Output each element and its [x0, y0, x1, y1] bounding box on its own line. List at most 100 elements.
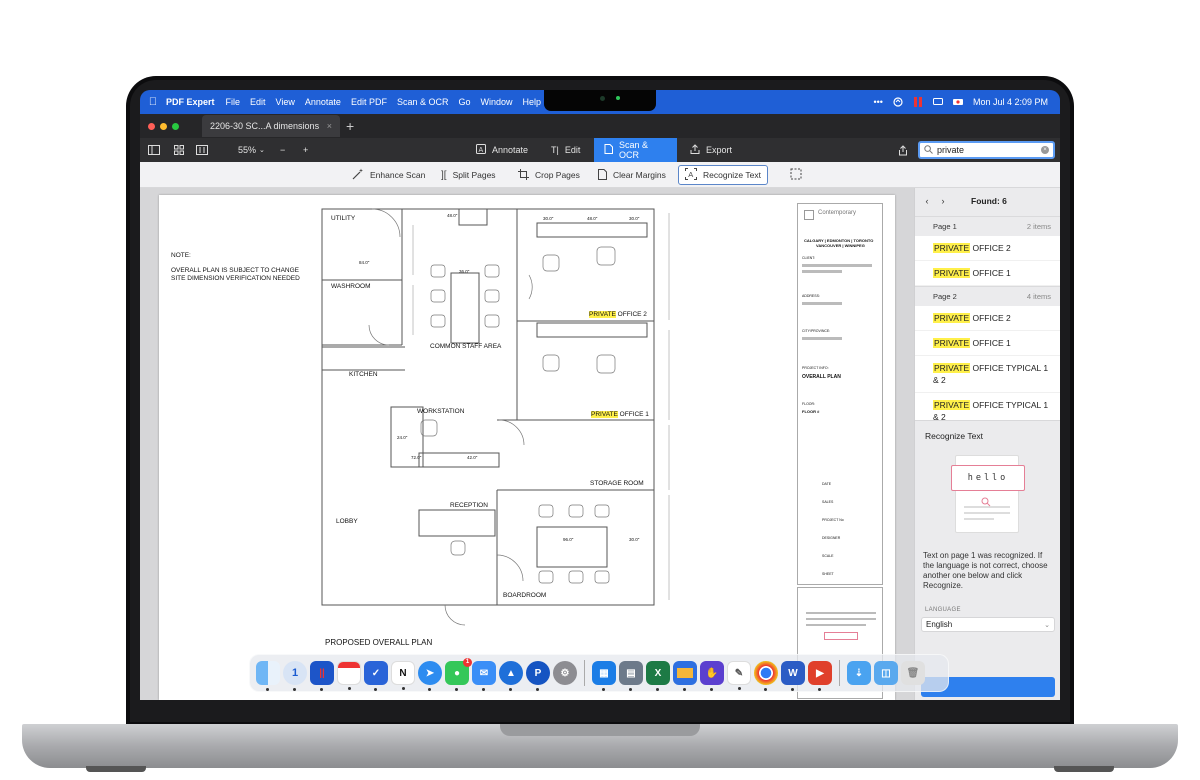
search-result-item[interactable]: PRIVATE OFFICE TYPICAL 1 & 2	[915, 356, 1060, 393]
trash-icon[interactable]: 🗑	[901, 661, 925, 685]
folder-icon[interactable]: ◫	[874, 661, 898, 685]
search-input[interactable]: private	[937, 145, 964, 155]
page-layout-icon[interactable]	[196, 143, 208, 157]
mode-edit[interactable]: T| Edit	[541, 138, 590, 162]
parallels-icon[interactable]: ||	[310, 661, 334, 691]
mail-icon[interactable]: ✉	[472, 661, 496, 691]
close-window-button[interactable]	[148, 122, 155, 130]
running-indicator	[791, 688, 794, 691]
settings-icon[interactable]: ⚙	[553, 661, 577, 685]
word-icon[interactable]: W	[781, 661, 805, 691]
running-indicator	[764, 688, 767, 691]
menu-view[interactable]: View	[276, 97, 295, 107]
istat-icon[interactable]: ▲	[499, 661, 523, 691]
tab-bar: 2206-30 SC...A dimensions × +	[140, 114, 1060, 138]
screen-recording-icon[interactable]	[952, 97, 963, 107]
search-result-item[interactable]: PRIVATE OFFICE 1	[915, 261, 1060, 286]
select-area-button[interactable]	[784, 165, 808, 185]
sync-status-icon[interactable]	[893, 97, 903, 107]
reeder-icon[interactable]: ▶	[808, 661, 832, 691]
sidebar-toggle-icon[interactable]	[148, 143, 160, 157]
ocr-toolbar: Enhance Scan ][ Split Pages Crop Pages C…	[140, 162, 1060, 188]
menu-scan-ocr[interactable]: Scan & OCR	[397, 97, 449, 107]
chrome-icon[interactable]	[754, 661, 778, 691]
enhance-scan-button[interactable]: Enhance Scan	[346, 165, 431, 185]
search-result-item[interactable]: PRIVATE OFFICE 2	[915, 306, 1060, 331]
menu-edit-pdf[interactable]: Edit PDF	[351, 97, 387, 107]
display-status-icon[interactable]	[932, 97, 943, 107]
downloads-folder-icon[interactable]: ⇣	[847, 661, 871, 685]
result-match: PRIVATE	[933, 400, 971, 410]
next-result-button[interactable]: ›	[937, 195, 949, 207]
zoom-in-button[interactable]: +	[303, 143, 308, 157]
recognized-sample-text: hello	[951, 465, 1025, 491]
pockity-icon[interactable]: P	[526, 661, 550, 691]
menu-go[interactable]: Go	[458, 97, 470, 107]
omnifocus-icon[interactable]: ✓	[364, 661, 388, 691]
export-icon	[690, 144, 700, 156]
previous-result-button[interactable]: ‹	[921, 195, 933, 207]
share-icon[interactable]	[898, 143, 908, 157]
sketchbook-icon[interactable]: ✎	[727, 661, 751, 690]
language-select[interactable]: English ⌄	[921, 617, 1055, 632]
menu-window[interactable]: Window	[481, 97, 513, 107]
windows-icon[interactable]: ▦	[592, 661, 616, 691]
date-label: DATE	[822, 482, 832, 486]
screen:  PDF Expert File Edit View Annotate Edi…	[140, 90, 1060, 700]
excel-icon[interactable]: X	[646, 661, 670, 691]
minimize-window-button[interactable]	[160, 122, 167, 130]
thumbnails-icon[interactable]	[174, 143, 184, 157]
search-field[interactable]: private ×	[918, 141, 1055, 159]
document-tab[interactable]: 2206-30 SC...A dimensions ×	[202, 115, 340, 137]
split-pages-button[interactable]: ][ Split Pages	[435, 165, 502, 185]
crop-pages-button[interactable]: Crop Pages	[512, 165, 586, 185]
address-label: ADDRESS:	[802, 294, 820, 298]
running-indicator	[428, 688, 431, 691]
parallels-status-icon[interactable]	[913, 97, 923, 107]
menu-edit[interactable]: Edit	[250, 97, 266, 107]
company-logo	[804, 210, 814, 220]
clear-search-icon[interactable]: ×	[1041, 146, 1049, 154]
pdf-page: NOTE: OVERALL PLAN IS SUBJECT TO CHANGE …	[159, 195, 895, 700]
new-tab-button[interactable]: +	[346, 118, 354, 134]
room-lobby: LOBBY	[336, 518, 358, 525]
room-private-office-1: PRIVATE OFFICE 1	[591, 411, 649, 418]
keynote-icon[interactable]	[673, 661, 697, 691]
tab-close-icon[interactable]: ×	[327, 121, 332, 131]
mode-export[interactable]: Export	[680, 138, 742, 162]
zoom-dropdown[interactable]: 55% ⌄	[238, 143, 265, 157]
menu-annotate[interactable]: Annotate	[305, 97, 341, 107]
1password-icon[interactable]: 1	[283, 661, 307, 691]
search-result-item[interactable]: PRIVATE OFFICE 2	[915, 236, 1060, 261]
clear-margins-icon	[598, 168, 607, 182]
title-block-cities-2: VANCOUVER | WINNIPEG	[816, 243, 865, 248]
recognize-text-button[interactable]: A Recognize Text	[678, 165, 768, 185]
zoom-window-button[interactable]	[172, 122, 179, 130]
mode-scan-ocr[interactable]: Scan & OCR	[594, 138, 677, 162]
chevron-down-icon: ⌄	[259, 147, 265, 154]
messages-icon[interactable]: ● 1	[445, 658, 472, 691]
finder-icon[interactable]	[256, 661, 280, 691]
scanner-icon[interactable]: ▤	[619, 661, 643, 691]
stocks-icon[interactable]: ✋	[700, 661, 724, 691]
dock-separator	[584, 660, 585, 686]
menu-help[interactable]: Help	[523, 97, 542, 107]
menu-file[interactable]: File	[226, 97, 241, 107]
fantastical-icon[interactable]	[337, 661, 361, 690]
mode-annotate[interactable]: A Annotate	[466, 138, 538, 162]
more-menu-extras-icon[interactable]: •••	[874, 97, 883, 107]
clear-margins-button[interactable]: Clear Margins	[592, 165, 672, 185]
laptop-foot-left	[86, 766, 146, 772]
running-indicator	[738, 687, 741, 690]
menu-datetime[interactable]: Mon Jul 4 2:09 PM	[973, 97, 1048, 107]
safari-icon[interactable]: ➤	[418, 661, 442, 691]
mode-scan-ocr-label: Scan & OCR	[619, 140, 649, 160]
room-common-staff-area: COMMON STAFF AREA	[430, 343, 502, 350]
apple-menu-icon[interactable]: 	[140, 96, 166, 108]
document-viewport[interactable]: NOTE: OVERALL PLAN IS SUBJECT TO CHANGE …	[140, 188, 914, 700]
room-storage: STORAGE ROOM	[590, 480, 644, 487]
menu-app-name[interactable]: PDF Expert	[166, 97, 215, 107]
notion-icon[interactable]: N	[391, 661, 415, 690]
zoom-out-button[interactable]: −	[280, 143, 285, 157]
search-result-item[interactable]: PRIVATE OFFICE 1	[915, 331, 1060, 356]
